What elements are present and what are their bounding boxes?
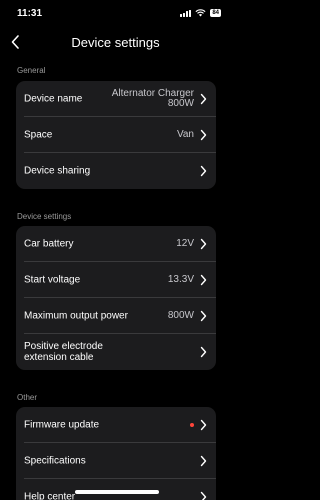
row-value: 12V — [176, 237, 194, 249]
chevron-right-icon — [200, 455, 207, 466]
row-label: Maximum output power — [24, 310, 128, 321]
section-label-device-settings: Device settings — [17, 212, 72, 221]
card-general: Device name Alternator Charger 800W Spac… — [16, 81, 216, 189]
chevron-right-icon — [200, 238, 207, 249]
row-label: Positive electrode extension cable — [24, 341, 103, 363]
row-value: 800W — [167, 309, 194, 321]
row-label: Specifications — [24, 455, 86, 466]
chevron-right-icon — [200, 346, 207, 358]
chevron-right-icon — [200, 165, 207, 177]
row-label: Car battery — [24, 238, 74, 249]
device-name-row[interactable]: Device name Alternator Charger 800W — [24, 81, 216, 117]
chevron-right-icon — [200, 491, 207, 500]
car-battery-row[interactable]: Car battery 12V — [24, 226, 216, 262]
update-dot-badge — [190, 422, 194, 427]
cellular-signal-icon — [180, 9, 192, 17]
status-bar: 11:31 84 — [0, 0, 231, 30]
card-other: Firmware update Specifications Help cent… — [16, 407, 216, 500]
row-label: Start voltage — [24, 274, 81, 285]
specifications-row[interactable]: Specifications — [24, 443, 216, 479]
battery-indicator: 84 — [210, 9, 221, 17]
device-sharing-row[interactable]: Device sharing — [24, 153, 216, 189]
chevron-right-icon — [200, 93, 207, 104]
navigation-bar: Device settings — [0, 30, 231, 56]
section-label-general: General — [17, 66, 46, 75]
row-label: Firmware update — [24, 419, 100, 430]
row-label: Device name — [24, 93, 83, 104]
chevron-right-icon — [200, 274, 207, 285]
card-device-settings: Car battery 12V Start voltage 13.3V Maxi… — [16, 226, 216, 370]
extension-cable-row[interactable]: Positive electrode extension cable — [24, 334, 216, 370]
start-voltage-row[interactable]: Start voltage 13.3V — [24, 262, 216, 298]
chevron-right-icon — [200, 129, 207, 140]
maximum-output-power-row[interactable]: Maximum output power 800W — [24, 298, 216, 334]
section-label-other: Other — [17, 393, 38, 402]
row-value: Alternator Charger 800W — [111, 87, 194, 109]
wifi-icon — [195, 9, 206, 17]
chevron-right-icon — [200, 310, 207, 321]
firmware-update-row[interactable]: Firmware update — [24, 407, 216, 443]
row-value: Van — [176, 128, 194, 140]
row-label: Device sharing — [24, 165, 91, 177]
home-indicator[interactable] — [75, 490, 159, 494]
status-icons: 84 — [180, 9, 221, 17]
page-title: Device settings — [71, 35, 160, 50]
space-row[interactable]: Space Van — [24, 117, 216, 153]
status-time: 11:31 — [17, 8, 43, 19]
row-label: Help center — [24, 491, 76, 500]
chevron-right-icon — [200, 419, 207, 430]
row-label: Space — [24, 129, 53, 140]
row-value: 13.3V — [167, 273, 194, 285]
